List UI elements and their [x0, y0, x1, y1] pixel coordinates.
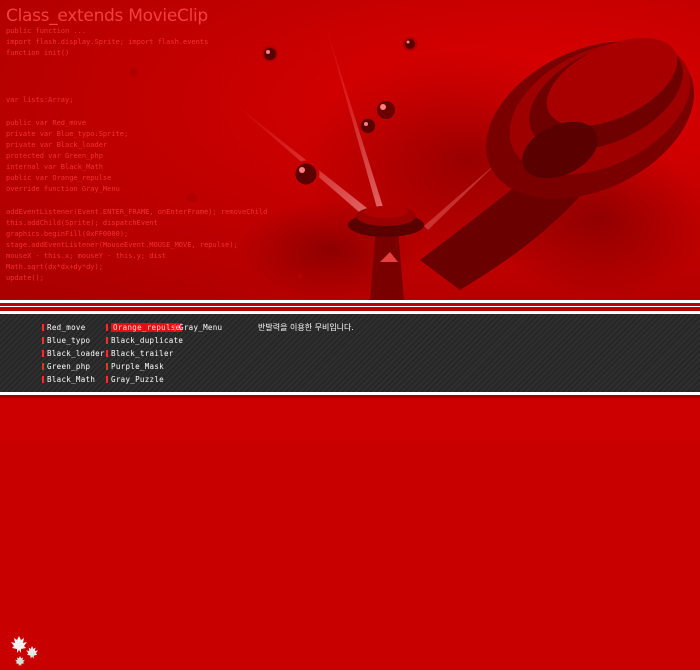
- menu-item-green-php[interactable]: Green_php: [42, 362, 90, 371]
- code-line: this.addChild(Sprite); dispatchEvent: [6, 219, 158, 227]
- menu-item-purple-mask[interactable]: Purple_Mask: [106, 362, 164, 371]
- menu-item-blue-typo[interactable]: Blue_typo: [42, 336, 90, 345]
- menu-item-gray-puzzle[interactable]: Gray_Puzzle: [106, 375, 164, 384]
- bubble-icon: [292, 160, 320, 188]
- footer: [0, 398, 700, 440]
- code-line: public function ...: [6, 27, 87, 35]
- code-line: stage.addEventListener(MouseEvent.MOUSE_…: [6, 241, 238, 249]
- code-line: Math.sqrt(dx*dx+dy*dy);: [6, 263, 103, 271]
- menu-item-black-loader[interactable]: Black_loader: [42, 349, 105, 358]
- menu-item-black-math[interactable]: Black_Math: [42, 375, 95, 384]
- bubble-icon: [375, 99, 397, 121]
- code-line: protected var Green_php: [6, 152, 103, 160]
- code-line: import flash.display.Sprite; import flas…: [6, 38, 209, 46]
- menu-item-black-trailer[interactable]: Black_trailer: [106, 349, 174, 358]
- menu-item-orange-repulse[interactable]: Orange_repulse: [106, 323, 183, 332]
- code-overlay: Class_extends MovieClip public function …: [6, 6, 267, 284]
- code-line: override function Gray_Menu: [6, 185, 120, 193]
- bubble-icon: [359, 117, 377, 135]
- code-line: addEventListener(Event.ENTER_FRAME, onEn…: [6, 208, 268, 216]
- code-line: private var Black_loader: [6, 141, 108, 149]
- maple-leaf-cluster-icon: [11, 636, 38, 667]
- code-line: graphics.beginFill(0xFF0000);: [6, 230, 129, 238]
- code-line: update();: [6, 274, 44, 282]
- code-line: mouseX - this.x; mouseY - this.y; dist: [6, 252, 167, 260]
- menu-item-black-duplicate[interactable]: Black_duplicate: [106, 336, 183, 345]
- code-line: internal var Black_Math: [6, 163, 103, 171]
- code-line: public var Orange_repulse: [6, 174, 112, 182]
- movie-stage[interactable]: Class_extends MovieClip public function …: [0, 0, 700, 300]
- menu-item-gray-menu[interactable]: Gray_Menu: [174, 323, 222, 332]
- code-line: private var Blue_typo:Sprite;: [6, 130, 129, 138]
- code-line: var lists:Array;: [6, 96, 74, 104]
- bubble-icon: [403, 37, 417, 51]
- code-line: public var Red_move: [6, 119, 87, 127]
- code-line: function init(): [6, 49, 70, 57]
- movie-title: Class_extends MovieClip: [6, 6, 208, 26]
- movie-description: 반발력을 이용한 무비입니다.: [258, 323, 354, 332]
- menu-item-red-move[interactable]: Red_move: [42, 323, 86, 332]
